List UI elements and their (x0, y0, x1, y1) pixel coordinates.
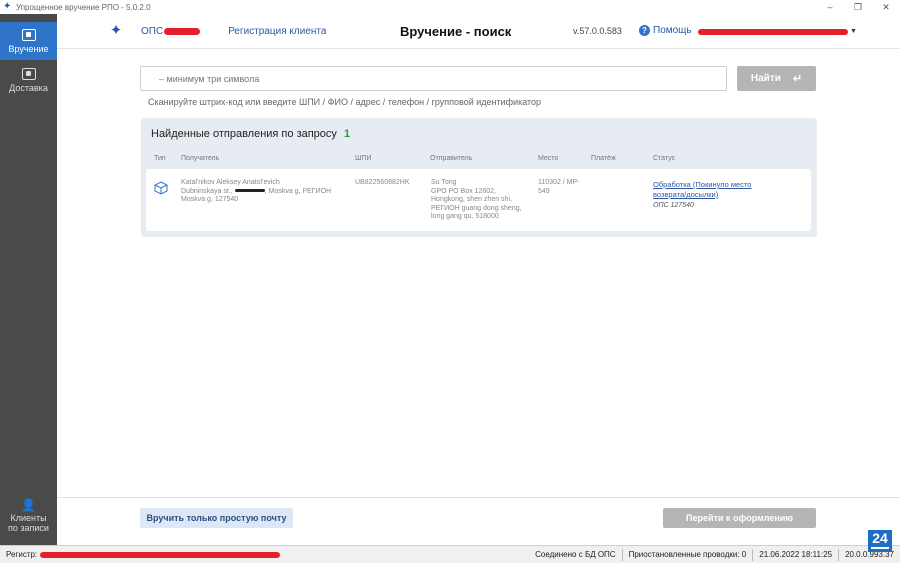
status-bar: Регистр: Соединено с БД ОПС Приостановле… (0, 545, 900, 563)
eagle-logo-icon: ✦ (3, 1, 12, 12)
badge-text: 24 (872, 530, 888, 546)
sidebar-item-handover[interactable]: Вручение (0, 22, 57, 60)
status-link[interactable]: Обработка (Покинуло место возврата/досыл… (653, 180, 783, 200)
channel-24-badge: 24 (868, 530, 892, 552)
restore-icon[interactable]: ❐ (844, 0, 872, 14)
recipient-address-line1: Dubninskaya st., , Moskva g, РЕГИОН (181, 188, 346, 197)
sender-line: Su Tong (431, 179, 457, 186)
sidebar-item-label: Доставка (9, 82, 48, 93)
help-label: Помощь (653, 25, 692, 36)
sender-line: Hongkong, shen zhen shi, (431, 196, 512, 204)
place-line2: 549 (538, 187, 550, 195)
window-titlebar: ✦ Упрощенное вручение РПО - 5.0.2.0 – ❐ … (0, 0, 900, 14)
help-link[interactable]: ? Помощь (639, 25, 692, 36)
sender-line: GPO PO Box 12602, (431, 187, 496, 195)
status-cell: Обработка (Покинуло место возврата/досыл… (653, 180, 783, 211)
recipient-cell: Katal'nikov Aleksey Anatol'evich Dubnins… (181, 179, 346, 205)
place-cell: 110302 / МР- 549 (538, 179, 593, 196)
status-line1: Обработка (Покинуло место (653, 180, 752, 189)
window-controls: – ❐ ✕ (816, 0, 900, 14)
sidebar: Вручение Доставка 👤 Клиенты по записи (0, 14, 57, 545)
place-line1: 110302 / МР- (538, 179, 580, 186)
version-label: v.57.0.0.583 (573, 26, 622, 36)
register-client-link[interactable]: Регистрация клиента (228, 26, 326, 37)
shpi-cell: UB822560882HK (355, 179, 410, 186)
status-office: ОПС 127540 (653, 202, 694, 209)
sidebar-item-delivery[interactable]: Доставка (0, 60, 57, 100)
results-title: Найденные отправления по запросу 1 (151, 128, 350, 140)
handover-icon (21, 28, 36, 41)
ops-selector[interactable]: ОПС (141, 25, 201, 37)
search-input[interactable] (140, 66, 727, 91)
column-header-place: Место (538, 155, 559, 162)
app-header: ✦ ОПС Регистрация клиента Вручение - пои… (57, 14, 900, 49)
ops-label: ОПС (141, 25, 164, 37)
register-label: Регистр: (6, 549, 38, 559)
sender-cell: Su Tong GPO PO Box 12602, Hongkong, shen… (431, 179, 536, 222)
search-button-label: Найти (750, 73, 781, 84)
status-suspended: Приостановленные проводки: 0 (623, 548, 754, 561)
minimize-icon[interactable]: – (816, 0, 844, 14)
sidebar-item-clients[interactable]: 👤 Клиенты по записи (0, 495, 57, 535)
column-header-type: Тип (154, 155, 166, 162)
column-header-status: Статус (653, 155, 676, 162)
recipient-city-region: , Moskva g, РЕГИОН (264, 187, 332, 195)
parcel-box-icon (154, 181, 168, 195)
results-panel: Найденные отправления по запросу 1 Тип П… (141, 118, 817, 237)
close-icon[interactable]: ✕ (872, 0, 900, 14)
redaction-mark (234, 189, 265, 193)
table-row[interactable]: Katal'nikov Aleksey Anatol'evich Dubnins… (146, 169, 811, 231)
delivery-icon (21, 67, 36, 80)
user-menu[interactable]: ▼ (698, 28, 857, 35)
column-header-recipient: Получатель (181, 155, 220, 162)
search-hint: Сканируйте штрих-код или введите ШПИ / Ф… (148, 97, 542, 107)
sidebar-item-label: Вручение (8, 43, 49, 54)
enter-key-icon: ↵ (792, 73, 803, 85)
recipient-name: Katal'nikov Aleksey Anatol'evich (181, 179, 280, 186)
column-header-sender: Отправитель (430, 155, 473, 162)
redaction-mark (40, 551, 281, 558)
simple-mail-button[interactable]: Вручить только простую почту (140, 508, 293, 528)
main-content: Найти ↵ Сканируйте штрих-код или введите… (57, 49, 900, 497)
sidebar-item-label-line1: Клиенты (10, 512, 47, 523)
results-count: 1 (343, 128, 351, 140)
window-title: Упрощенное вручение РПО - 5.0.2.0 (16, 2, 151, 12)
page-title: Вручение - поиск (400, 24, 512, 39)
redaction-mark (164, 27, 201, 35)
badge-underline (871, 547, 889, 549)
help-icon: ? (639, 25, 650, 36)
status-datetime: 21.06.2022 18:11:25 (753, 548, 840, 561)
proceed-button[interactable]: Перейти к оформлению (663, 508, 816, 528)
status-line2: возврата/досылки) (653, 190, 719, 199)
status-db-connection: Соединено с БД ОПС (529, 548, 623, 561)
status-register: Регистр: (0, 549, 529, 561)
action-footer: Вручить только простую почту Перейти к о… (57, 497, 900, 545)
sidebar-item-label-line2: по записи (8, 522, 49, 533)
results-title-text: Найденные отправления по запросу (151, 128, 337, 140)
person-icon: 👤 (21, 497, 36, 512)
sender-line: long gang qu, 518000 (431, 213, 499, 221)
sender-line: РЕГИОН guang dong sheng, (431, 204, 522, 212)
search-button[interactable]: Найти ↵ (737, 66, 816, 91)
column-header-shpi: ШПИ (355, 155, 372, 162)
redaction-mark (698, 28, 848, 35)
chevron-down-icon: ▼ (850, 28, 857, 35)
recipient-street: Dubninskaya st., (181, 187, 233, 195)
column-header-payment: Платёж (591, 155, 616, 162)
russian-post-logo-icon: ✦ (109, 22, 123, 39)
recipient-address-line2: Moskva g, 127540 (181, 196, 239, 204)
